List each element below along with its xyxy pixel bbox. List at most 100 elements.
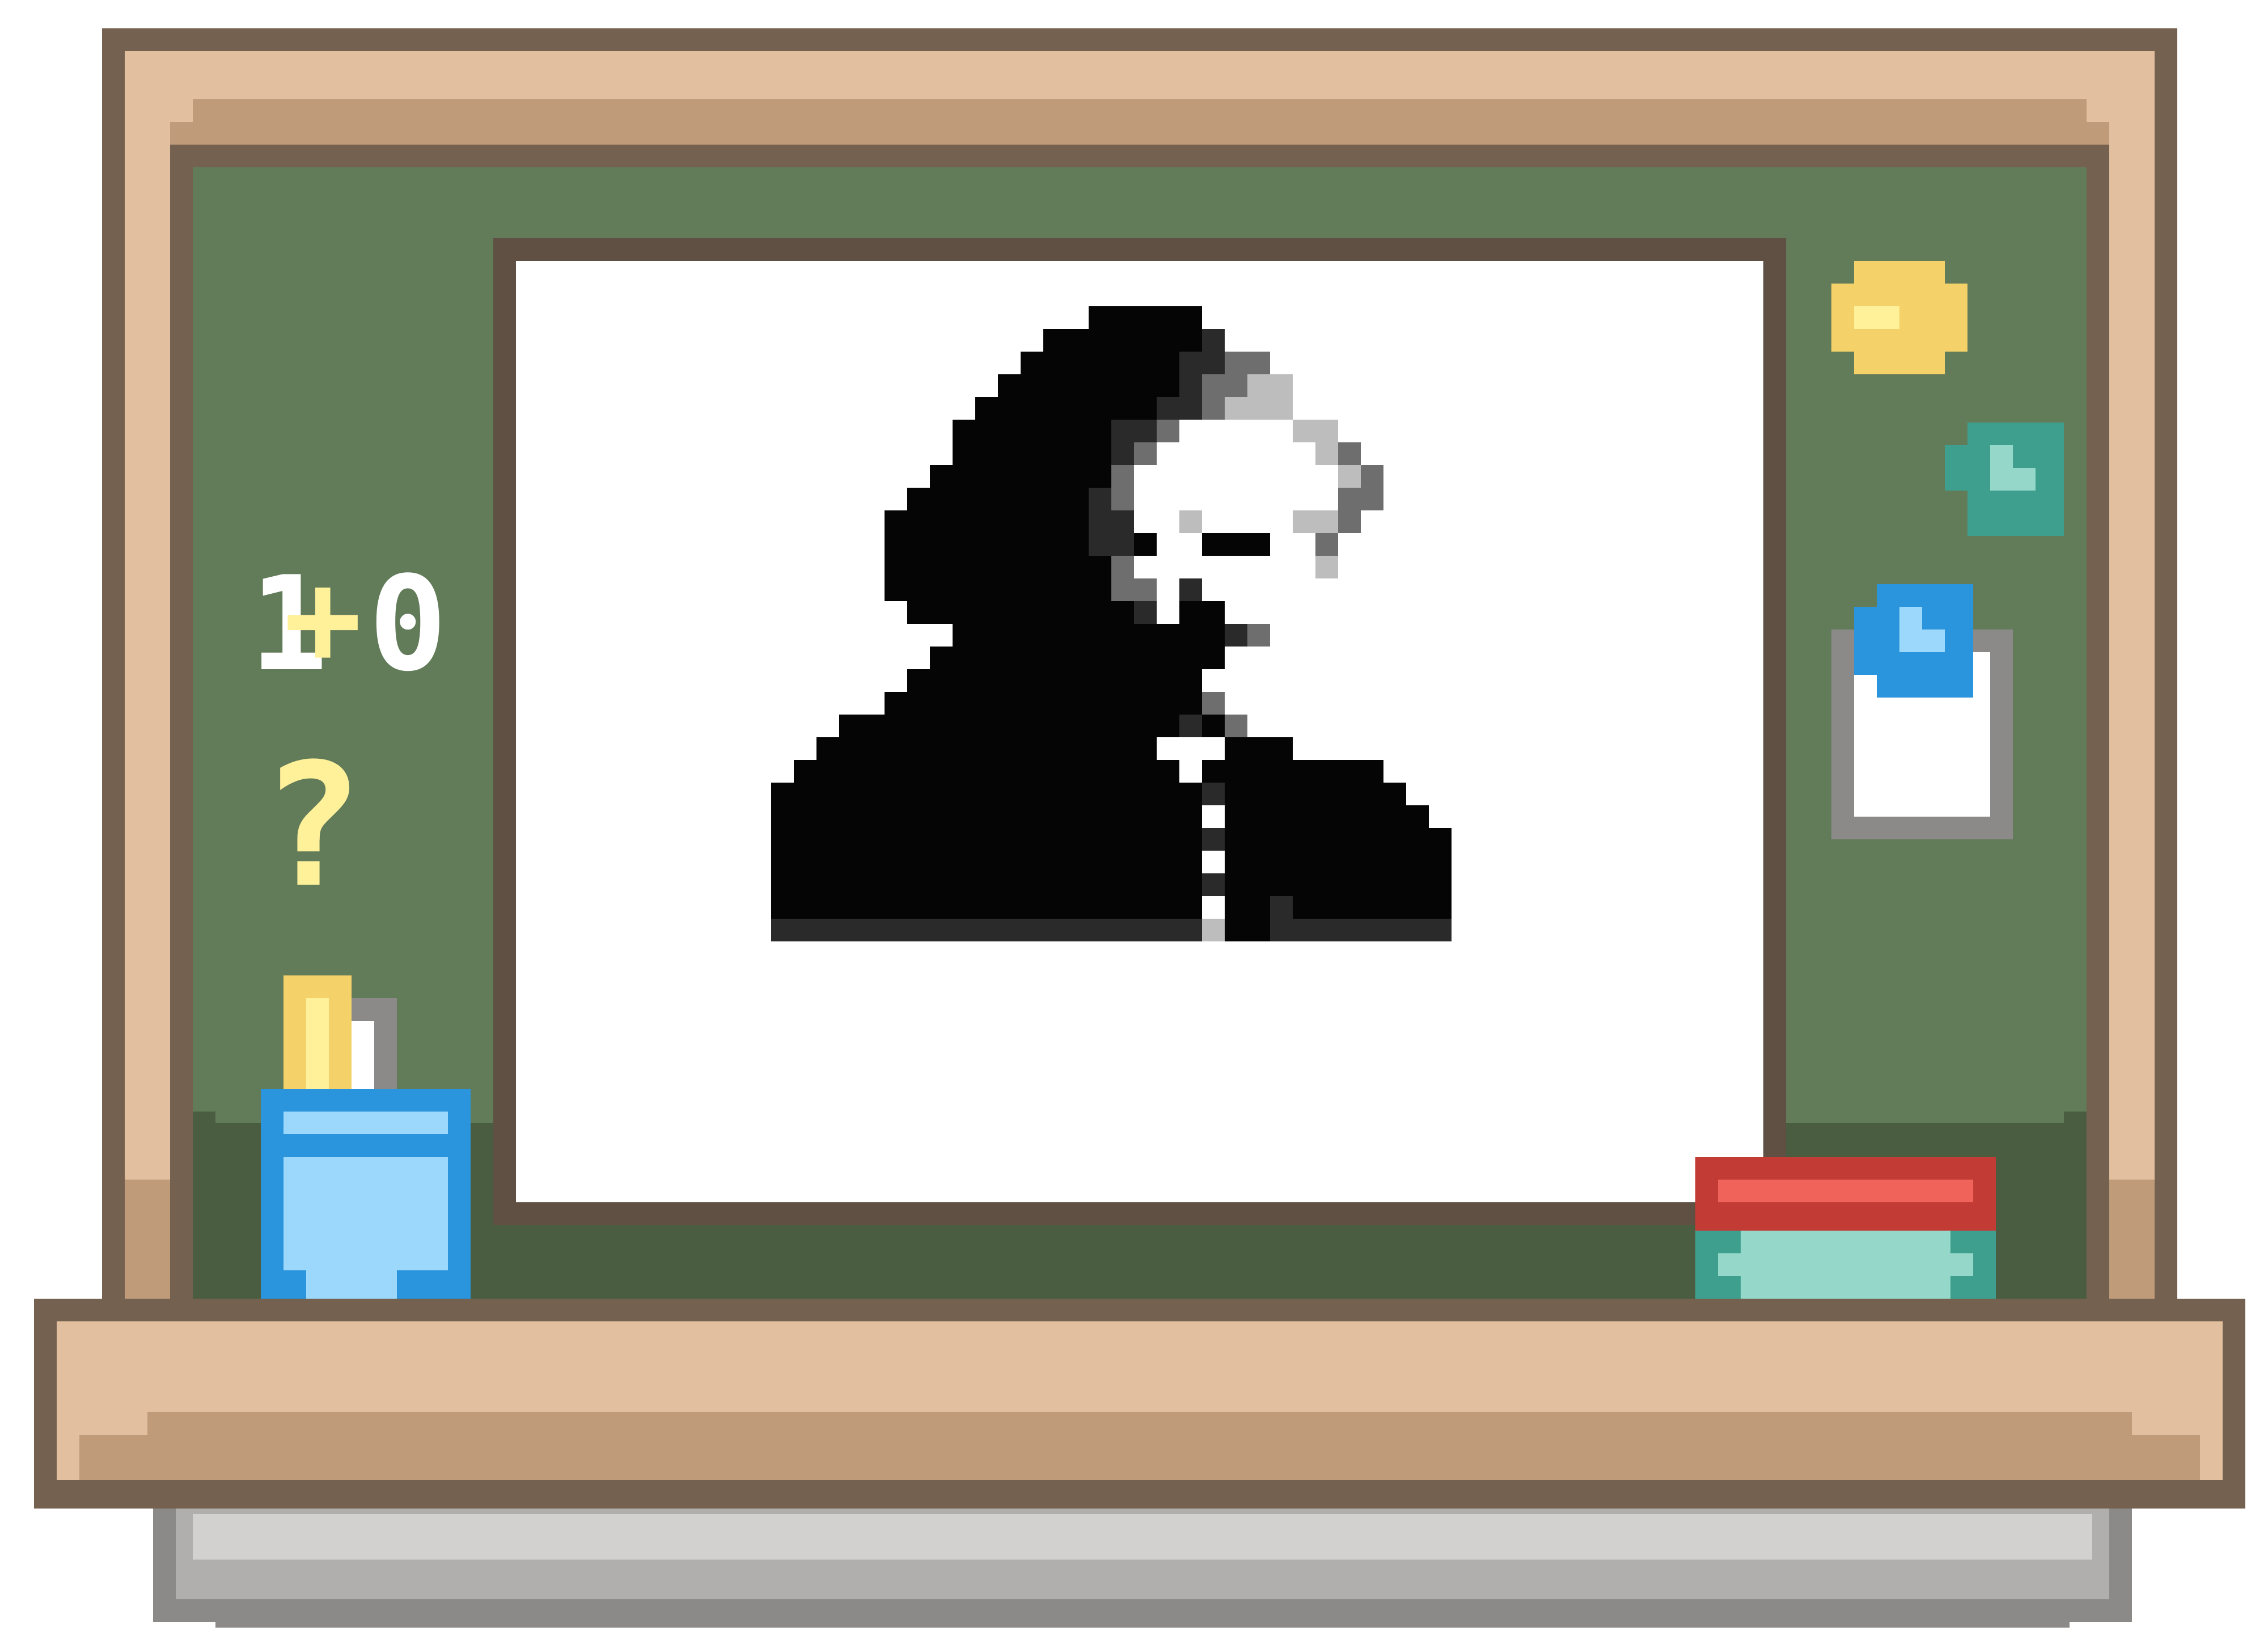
portrait-pixel xyxy=(1270,851,1293,873)
portrait-pixel xyxy=(1225,919,1247,941)
portrait-pixel xyxy=(1134,760,1157,783)
portrait-pixel xyxy=(1134,873,1157,896)
portrait-pixel xyxy=(1089,510,1111,533)
portrait-pixel xyxy=(1225,624,1247,647)
portrait-pixel xyxy=(1111,828,1134,851)
portrait-pixel xyxy=(1157,760,1179,783)
portrait-pixel xyxy=(1111,760,1134,783)
chalk-ledge xyxy=(34,1299,2245,1509)
portrait-pixel xyxy=(1202,601,1225,624)
portrait-pixel xyxy=(1202,624,1225,647)
portrait-pixel xyxy=(1157,828,1179,851)
portrait-pixel xyxy=(1225,374,1247,397)
portrait-pixel xyxy=(953,647,975,669)
portrait-pixel xyxy=(1043,783,1066,805)
portrait-pixel xyxy=(1066,601,1089,624)
portrait-pixel xyxy=(1111,783,1134,805)
portrait-pixel xyxy=(885,556,907,578)
portrait-pixel xyxy=(998,737,1021,760)
portrait-pixel xyxy=(1111,420,1134,442)
portrait-pixel xyxy=(862,896,885,919)
portrait-pixel xyxy=(1134,692,1157,715)
portrait-pixel xyxy=(975,760,998,783)
portrait-pixel xyxy=(1134,397,1157,420)
portrait-pixel xyxy=(953,783,975,805)
portrait-pixel xyxy=(1315,533,1338,556)
portrait-pixel xyxy=(1293,873,1315,896)
portrait-pixel xyxy=(1089,442,1111,465)
portrait-pixel xyxy=(998,465,1021,488)
portrait-pixel xyxy=(1111,851,1134,873)
portrait-pixel xyxy=(998,896,1021,919)
portrait-pixel xyxy=(1202,760,1225,783)
portrait-pixel xyxy=(1179,873,1202,896)
portrait-pixel xyxy=(907,737,930,760)
portrait-pixel xyxy=(1225,805,1247,828)
portrait-pixel xyxy=(1202,533,1225,556)
portrait-pixel xyxy=(1293,851,1315,873)
portrait-pixel xyxy=(930,692,953,715)
portrait-pixel xyxy=(1202,352,1225,374)
portrait-pixel xyxy=(1111,352,1134,374)
portrait-pixel xyxy=(1134,851,1157,873)
portrait-pixel xyxy=(930,533,953,556)
portrait-pixel xyxy=(907,488,930,510)
portrait-pixel xyxy=(953,556,975,578)
portrait-pixel xyxy=(1225,715,1247,737)
portrait-pixel xyxy=(1315,442,1338,465)
portrait-pixel xyxy=(907,783,930,805)
portrait-pixel xyxy=(1066,465,1089,488)
portrait-pixel xyxy=(975,488,998,510)
portrait-pixel xyxy=(1111,737,1134,760)
portrait-pixel xyxy=(1021,873,1043,896)
portrait-pixel xyxy=(975,624,998,647)
portrait-pixel xyxy=(1043,851,1066,873)
portrait-pixel xyxy=(1043,919,1066,941)
portrait-pixel xyxy=(1021,805,1043,828)
portrait-pixel xyxy=(1202,873,1225,896)
portrait-pixel xyxy=(1225,896,1247,919)
portrait-pixel xyxy=(1111,329,1134,352)
portrait-pixel xyxy=(1043,715,1066,737)
portrait-pixel xyxy=(907,805,930,828)
portrait-pixel xyxy=(885,805,907,828)
portrait-pixel xyxy=(1247,624,1270,647)
portrait-pixel xyxy=(1247,851,1270,873)
portrait-pixel xyxy=(1429,828,1452,851)
portrait-pixel xyxy=(1089,760,1111,783)
portrait-pixel xyxy=(1225,828,1247,851)
portrait-pixel xyxy=(930,601,953,624)
portrait-pixel xyxy=(839,873,862,896)
portrait-pixel xyxy=(1202,397,1225,420)
portrait-pixel xyxy=(1111,488,1134,510)
portrait-pixel xyxy=(1021,420,1043,442)
portrait-pixel xyxy=(1021,669,1043,692)
portrait-pixel xyxy=(1066,851,1089,873)
portrait-pixel xyxy=(1066,624,1089,647)
portrait-pixel xyxy=(1270,896,1293,919)
portrait-pixel xyxy=(885,783,907,805)
portrait-pixel xyxy=(907,896,930,919)
portrait-pixel xyxy=(1111,510,1134,533)
portrait-pixel xyxy=(1225,352,1247,374)
portrait-pixel xyxy=(1361,873,1383,896)
portrait-pixel xyxy=(975,510,998,533)
portrait-pixel xyxy=(1043,352,1066,374)
portrait-pixel xyxy=(907,828,930,851)
portrait-pixel xyxy=(1021,919,1043,941)
portrait-pixel xyxy=(1089,873,1111,896)
portrait-pixel xyxy=(975,805,998,828)
portrait-pixel xyxy=(885,578,907,601)
portrait-pixel xyxy=(1157,805,1179,828)
portrait-pixel xyxy=(1247,805,1270,828)
portrait-pixel xyxy=(1134,669,1157,692)
portrait-pixel xyxy=(1157,919,1179,941)
portrait-pixel xyxy=(771,805,794,828)
portrait-pixel xyxy=(816,783,839,805)
portrait-pixel xyxy=(771,919,794,941)
portrait-pixel xyxy=(1383,783,1406,805)
portrait-pixel xyxy=(1111,624,1134,647)
portrait-pixel xyxy=(1066,578,1089,601)
portrait-pixel xyxy=(794,783,816,805)
portrait-pixel xyxy=(839,805,862,828)
